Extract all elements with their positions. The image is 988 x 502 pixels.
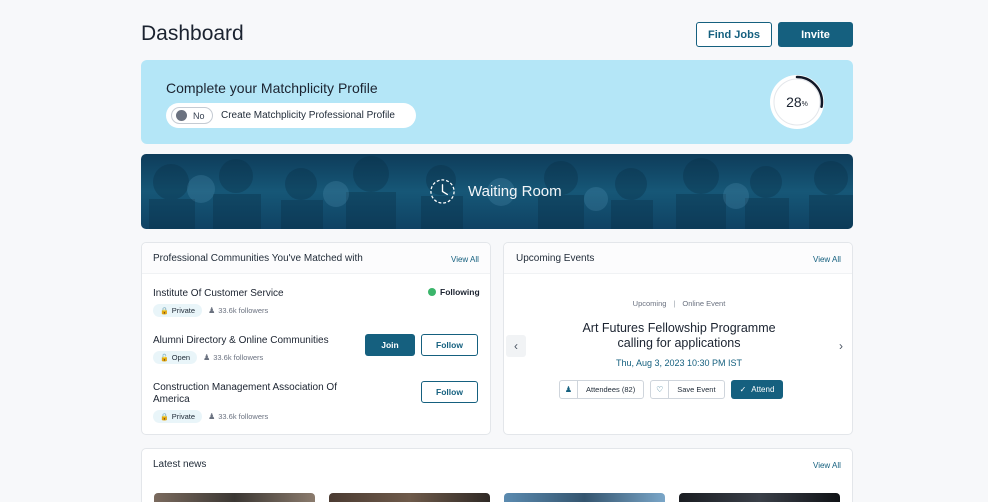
community-name[interactable]: Institute Of Customer Service (153, 288, 284, 300)
profile-completion-title: Complete your Matchplicity Profile (166, 80, 378, 96)
user-icon: ♟ (203, 353, 211, 362)
clock-icon (430, 179, 455, 204)
events-title: Upcoming Events (516, 253, 595, 264)
attend-button[interactable]: ✓ Attend (730, 380, 784, 399)
page-header: Dashboard Find Jobs Invite (141, 22, 853, 48)
waiting-room-banner[interactable]: Waiting Room (141, 154, 853, 229)
progress-text: 28% (769, 74, 825, 130)
unlock-icon: 🔓 (160, 354, 169, 362)
events-card: Upcoming Events View All Upcoming | Online… (503, 242, 853, 435)
waiting-room-content: Waiting Room (429, 178, 562, 205)
page-title: Dashboard (141, 22, 244, 45)
carousel-next-button[interactable]: › (831, 335, 851, 357)
news-title: Latest news (153, 459, 207, 470)
follow-button[interactable]: Follow (421, 334, 478, 356)
toggle-label: Create Matchplicity Professional Profile (221, 110, 395, 121)
community-name[interactable]: Construction Management Association Of A… (153, 382, 353, 406)
community-name[interactable]: Alumni Directory & Online Communities (153, 335, 329, 347)
check-icon: ✓ (739, 385, 747, 394)
chevron-right-icon: › (839, 339, 843, 353)
communities-card: Professional Communities You've Matched … (141, 242, 491, 435)
news-thumbnail[interactable] (504, 493, 665, 502)
profile-completion-banner: Complete your Matchplicity Profile No Cr… (141, 60, 853, 144)
user-icon: ♟ (208, 306, 216, 315)
chevron-left-icon: ‹ (514, 339, 518, 353)
lock-icon: 🔒 (160, 307, 169, 315)
join-button[interactable]: Join (365, 334, 415, 356)
waiting-room-label: Waiting Room (468, 183, 562, 200)
user-icon: ♟ (560, 381, 578, 398)
save-event-button[interactable]: ♡ Save Event (650, 380, 725, 399)
event-actions: ♟ Attendees (82) ♡ Save Event ✓ Attend (559, 380, 784, 399)
news-thumbnail[interactable] (679, 493, 840, 502)
heart-icon: ♡ (651, 381, 670, 398)
event-date: Thu, Aug 3, 2023 10:30 PM IST (615, 358, 743, 368)
event-mode: Online Event (682, 299, 726, 308)
carousel-prev-button[interactable]: ‹ (506, 335, 526, 357)
progress-value: 28 (786, 94, 802, 110)
toggle-knob (176, 110, 187, 121)
privacy-badge: 🔓 Open (153, 351, 198, 364)
following-status: Following (428, 287, 480, 297)
latest-news-card: Latest news View All (141, 448, 853, 502)
followers-count: ♟ 33.6k followers (208, 412, 269, 421)
toggle-state-label: No (193, 110, 205, 121)
privacy-badge: 🔒 Private (153, 410, 203, 423)
professional-profile-toggle[interactable]: No (171, 107, 213, 124)
professional-profile-toggle-row: No Create Matchplicity Professional Prof… (166, 103, 416, 128)
lock-icon: 🔒 (160, 413, 169, 421)
community-meta: 🔓 Open ♟ 33.6k followers (153, 351, 263, 364)
news-thumbnail[interactable] (154, 493, 315, 502)
user-icon: ♟ (208, 412, 216, 421)
event-type: Upcoming (632, 299, 667, 308)
followers-count: ♟ 33.6k followers (203, 353, 264, 362)
event-meta: Upcoming | Online Event (632, 299, 726, 308)
news-thumbnail[interactable] (329, 493, 490, 502)
check-icon (428, 288, 436, 296)
followers-count: ♟ 33.6k followers (208, 306, 269, 315)
community-meta: 🔒 Private ♟ 33.6k followers (153, 304, 268, 317)
invite-button[interactable]: Invite (778, 22, 853, 47)
news-view-all-link[interactable]: View All (813, 461, 841, 470)
community-meta: 🔒 Private ♟ 33.6k followers (153, 410, 268, 423)
communities-view-all-link[interactable]: View All (451, 255, 479, 264)
events-view-all-link[interactable]: View All (813, 255, 841, 264)
privacy-badge: 🔒 Private (153, 304, 203, 317)
progress-unit: % (801, 100, 808, 108)
follow-button[interactable]: Follow (421, 381, 478, 403)
event-title[interactable]: Art Futures Fellowship Programme calling… (564, 321, 794, 351)
find-jobs-button[interactable]: Find Jobs (696, 22, 772, 47)
attendees-button[interactable]: ♟ Attendees (82) (559, 380, 645, 399)
communities-title: Professional Communities You've Matched … (153, 253, 363, 264)
profile-progress-ring: 28% (769, 74, 825, 130)
